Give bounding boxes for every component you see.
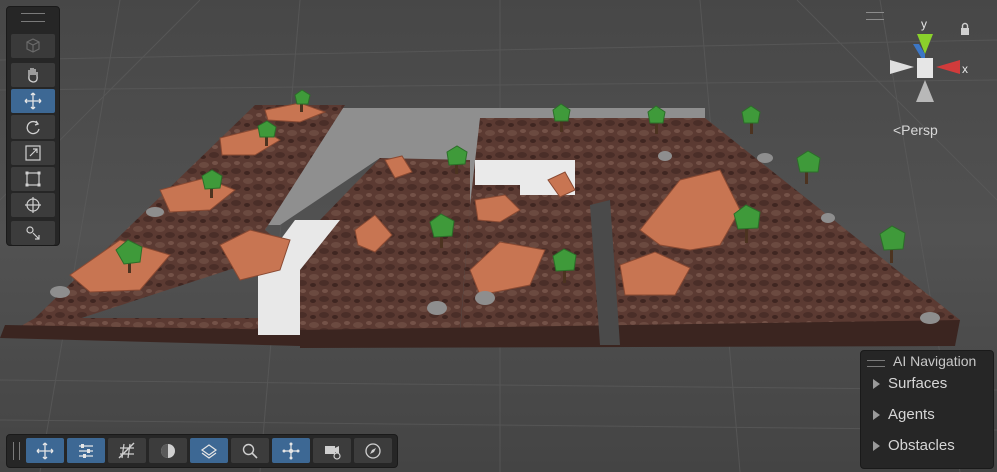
move-toggle-icon — [36, 442, 54, 459]
shading-icon — [161, 443, 175, 458]
camera-button[interactable] — [313, 438, 351, 463]
rotate-tool-button[interactable] — [11, 115, 55, 139]
custom-tool-icon — [26, 226, 40, 240]
scene-viewport[interactable] — [0, 0, 997, 472]
gizmo-y-label: y — [921, 18, 927, 31]
ai-nav-item-agents[interactable]: Agents — [873, 406, 935, 423]
scene-render — [0, 0, 997, 472]
orientation-gizmo[interactable]: y x — [880, 18, 970, 114]
rotate-tool-icon — [26, 120, 40, 135]
compass-button[interactable] — [354, 438, 392, 463]
ai-navigation-overlay: AI Navigation Surfaces Agents Obstacles — [860, 350, 994, 469]
camera-icon — [325, 445, 341, 460]
ai-nav-item-label: Surfaces — [888, 375, 948, 392]
transform-tool-icon — [25, 197, 41, 213]
rect-tool-button[interactable] — [11, 167, 55, 191]
grid-icon — [118, 442, 135, 458]
transform-tool-button[interactable] — [11, 193, 55, 217]
projection-label[interactable]: <Persp — [893, 122, 938, 138]
move-tool-icon — [24, 92, 42, 110]
compass-icon — [365, 442, 381, 459]
search-icon — [242, 443, 258, 459]
gizmo-x-cone[interactable] — [936, 60, 960, 74]
move-tool-button[interactable] — [11, 89, 55, 113]
layers-icon — [200, 443, 218, 459]
ai-navigation-title: AI Navigation — [893, 353, 977, 369]
layers-button[interactable] — [190, 438, 228, 463]
scene-view-toolbar — [6, 434, 398, 468]
settings-toggle-icon — [79, 443, 93, 458]
snap-icon — [282, 442, 300, 459]
scene-tools-overlay — [6, 6, 60, 246]
scale-tool-button[interactable] — [11, 141, 55, 165]
rect-tool-icon — [25, 171, 41, 187]
ai-nav-item-obstacles[interactable]: Obstacles — [873, 437, 955, 454]
expand-arrow-icon — [873, 409, 880, 420]
ai-nav-item-label: Obstacles — [888, 437, 955, 454]
settings-toggle-button[interactable] — [67, 438, 105, 463]
gizmo-x-label: x — [962, 62, 968, 76]
view-tool-icon — [26, 38, 40, 53]
gizmo-neg-y-cone[interactable] — [916, 80, 934, 102]
custom-tool-button[interactable] — [11, 221, 55, 245]
view-tool-button[interactable] — [11, 34, 55, 58]
drag-handle[interactable] — [21, 13, 45, 22]
ai-nav-item-surfaces[interactable]: Surfaces — [873, 375, 947, 392]
expand-arrow-icon — [873, 440, 880, 451]
drag-handle[interactable] — [13, 442, 20, 460]
drag-handle[interactable] — [867, 360, 885, 367]
ai-nav-item-label: Agents — [888, 406, 935, 423]
hand-tool-button[interactable] — [11, 63, 55, 87]
shading-button[interactable] — [149, 438, 187, 463]
grid-button[interactable] — [108, 438, 146, 463]
gizmo-neg-x-cone[interactable] — [890, 60, 914, 74]
hand-tool-icon — [28, 68, 38, 83]
expand-arrow-icon — [873, 378, 880, 389]
gizmo-center-cube[interactable] — [917, 58, 933, 78]
search-button[interactable] — [231, 438, 269, 463]
scale-tool-icon — [25, 145, 41, 161]
snap-button[interactable] — [272, 438, 310, 463]
move-toggle-button[interactable] — [26, 438, 64, 463]
